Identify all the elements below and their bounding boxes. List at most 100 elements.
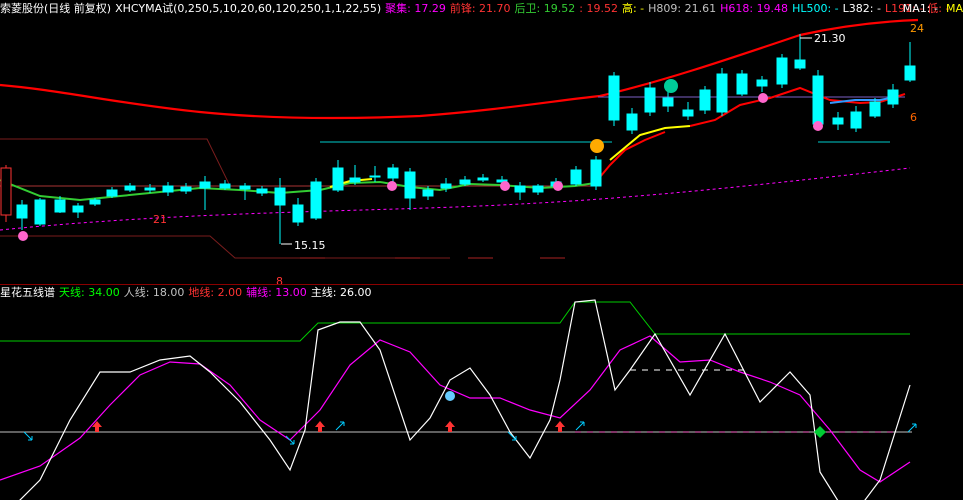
candle-body-49 <box>904 65 916 81</box>
candle-body-21 <box>387 167 399 179</box>
candle-body-2 <box>34 199 46 225</box>
candle-body-37 <box>682 109 694 117</box>
high-price-label: 21.30 <box>814 32 846 45</box>
blue-up-arrow-1 <box>575 421 585 431</box>
down-signal-marker <box>664 79 678 93</box>
gem-marker-1 <box>387 181 397 191</box>
candle-body-31 <box>570 169 582 185</box>
lower-panel-title: 星花五线谱 <box>0 286 55 299</box>
support-line-lower <box>0 235 450 259</box>
candle-body-8 <box>144 187 156 191</box>
candle-body-40 <box>736 73 748 95</box>
lower-item-2: 地线: 2.00 <box>188 286 243 299</box>
header-item-8: L382: - <box>842 2 881 15</box>
header-item-4: 高: - <box>621 2 645 15</box>
ma-short-yellow-2 <box>609 125 691 161</box>
candle-body-16 <box>292 204 304 223</box>
price-header: 索菱股份(日线 前复权) XHCYMA试(0,250,5,10,20,60,120… <box>0 0 963 18</box>
gem-marker-4 <box>758 93 768 103</box>
sky-line <box>0 301 910 342</box>
candle-body-32 <box>590 159 602 187</box>
candle-body-39 <box>716 73 728 113</box>
aux-line <box>0 335 911 483</box>
main-line <box>19 299 911 500</box>
ma-legend: MA1: - MA <box>895 0 963 18</box>
indicator-name: XHCYMA试(0,250,5,10,20,60,120,250,1,1,22,… <box>115 2 382 15</box>
blue-up-arrow-0 <box>335 421 345 431</box>
candle-body-23 <box>422 189 434 197</box>
candle-body-38 <box>699 89 711 111</box>
header-item-5: H809: 21.61 <box>648 2 717 15</box>
stock-chart[interactable]: 21.3015.15246218 <box>0 0 963 500</box>
candle-body-17 <box>310 181 322 219</box>
candle-body-44 <box>812 75 824 125</box>
candle-body-15 <box>274 187 286 206</box>
blue-up-arrow-2 <box>907 423 917 433</box>
candle-body-29 <box>532 185 544 193</box>
right-mid-label: 6 <box>910 111 917 124</box>
candle-body-7 <box>124 185 136 191</box>
candle-body-14 <box>256 188 268 194</box>
header-item-2: 后卫: 19.52 <box>514 2 576 15</box>
candle-body-22 <box>404 171 416 199</box>
lower-item-3: 辅线: 13.00 <box>246 286 307 299</box>
candle-body-18 <box>332 167 344 191</box>
stock-title: 索菱股份(日线 前复权) <box>0 2 112 15</box>
blue-down-arrow-2 <box>507 431 517 441</box>
candle-body-10 <box>180 186 192 192</box>
candle-body-47 <box>869 101 881 117</box>
gem-marker-2 <box>500 181 510 191</box>
lower-item-4: 主线: 26.00 <box>310 286 372 299</box>
gem-marker-3 <box>553 181 563 191</box>
candle-body-5 <box>89 199 101 205</box>
candle-body-0 <box>0 167 12 216</box>
candle-body-9 <box>162 185 174 193</box>
lower-header: 星花五线谱 天线: 34.00 人线: 18.00 地线: 2.00 辅线: 13.00… <box>0 284 380 302</box>
red-up-arrow-1 <box>315 421 325 432</box>
ma-item-0: MA1: - <box>902 2 938 15</box>
candle-body-13 <box>239 185 251 190</box>
candle-body-41 <box>756 79 768 87</box>
candle-body-43 <box>794 59 806 69</box>
blue-down-arrow-0 <box>23 431 33 441</box>
red-up-arrow-3 <box>555 421 565 432</box>
candle-body-36 <box>662 97 674 107</box>
candle-body-1 <box>16 204 28 219</box>
candle-body-26 <box>477 177 489 181</box>
header-item-3: : 19.52 <box>579 2 618 15</box>
candle-body-46 <box>850 111 862 129</box>
ma-short-red <box>594 131 666 184</box>
candle-body-35 <box>644 87 656 113</box>
header-item-6: H618: 19.48 <box>720 2 789 15</box>
up-signal-marker <box>590 139 604 153</box>
candle-body-6 <box>106 189 118 197</box>
candle-body-3 <box>54 199 66 213</box>
candle-body-45 <box>832 117 844 125</box>
lower-items: 天线: 34.00 人线: 18.00 地线: 2.00 辅线: 13.00 主线: 2… <box>59 286 376 299</box>
candle-body-48 <box>887 89 899 105</box>
candle-body-33 <box>608 75 620 121</box>
purple-dashed-trend <box>0 167 911 231</box>
ma-item-1: MA <box>945 2 963 15</box>
candle-body-20 <box>369 175 381 178</box>
lower-gem-marker <box>445 391 455 401</box>
candle-body-11 <box>199 181 211 189</box>
header-item-0: 聚集: 17.29 <box>385 2 446 15</box>
header-item-1: 前锋: 21.70 <box>449 2 511 15</box>
candle-body-34 <box>626 113 638 131</box>
candle-body-42 <box>776 57 788 85</box>
left-mid-label: 21 <box>153 213 167 226</box>
gem-marker-5 <box>813 121 823 131</box>
candle-body-25 <box>459 179 471 185</box>
lower-item-1: 人线: 18.00 <box>123 286 185 299</box>
support-line-upper <box>0 138 440 187</box>
right-top-label: 24 <box>910 22 924 35</box>
header-items: 聚集: 17.29 前锋: 21.70 后卫: 19.52: 19.52 高: - H8… <box>385 2 953 15</box>
candle-body-24 <box>440 183 452 189</box>
red-up-arrow-2 <box>445 421 455 432</box>
candle-body-4 <box>72 205 84 213</box>
lower-item-0: 天线: 34.00 <box>59 286 120 299</box>
candle-body-19 <box>349 177 361 183</box>
candle-body-28 <box>514 185 526 193</box>
low-price-label: 15.15 <box>294 239 326 252</box>
